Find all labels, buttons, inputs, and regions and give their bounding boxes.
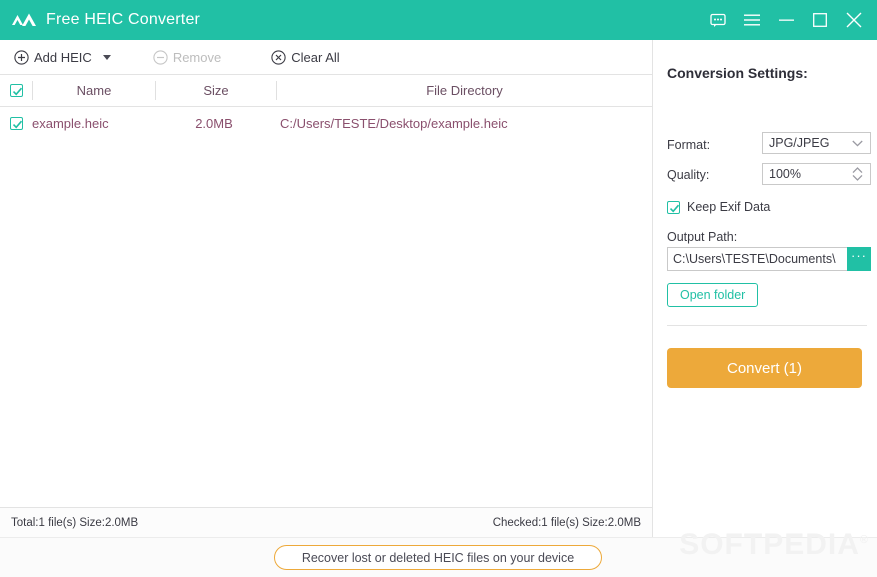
recover-files-button[interactable]: Recover lost or deleted HEIC files on yo… (274, 545, 602, 570)
row-file-name: example.heic (32, 115, 109, 131)
remove-button[interactable]: Remove (149, 40, 225, 74)
softpedia-watermark: SOFTPEDIA® (679, 528, 869, 562)
chevron-down-icon (852, 140, 870, 147)
check-icon (12, 87, 22, 96)
browse-folder-button[interactable]: ··· (847, 247, 871, 271)
output-path-row: C:\Users\TESTE\Documents\ ··· (667, 247, 871, 271)
file-list-header: Name Size File Directory (0, 75, 652, 107)
close-icon[interactable] (837, 0, 871, 40)
checkbox-box (9, 84, 23, 97)
stepper-arrows-icon[interactable] (852, 167, 870, 181)
toolbar: Add HEIC Remove Clear All (0, 40, 652, 75)
select-all-checkbox[interactable] (0, 84, 32, 97)
add-heic-label: Add HEIC (34, 49, 92, 65)
remove-label: Remove (172, 49, 222, 65)
checkbox-box (667, 200, 680, 214)
row-file-directory: C:/Users/TESTE/Desktop/example.heic (280, 115, 508, 131)
app-title: Free HEIC Converter (46, 11, 201, 28)
mountain-peaks-icon (11, 10, 37, 30)
row-file-size: 2.0MB (195, 115, 233, 131)
settings-separator (667, 325, 867, 326)
status-total: Total:1 file(s) Size:2.0MB (11, 516, 139, 529)
minus-circle-icon (153, 49, 168, 65)
add-heic-button[interactable]: Add HEIC (10, 40, 115, 74)
output-path-label: Output Path: (667, 230, 738, 244)
feedback-icon[interactable] (701, 0, 735, 40)
quality-stepper[interactable]: 100% (762, 163, 871, 185)
column-header-size[interactable]: Size (156, 83, 276, 98)
application-window: Free HEIC Converter Add HEIC Remove Clea… (0, 0, 877, 577)
minimize-icon[interactable] (769, 0, 803, 40)
column-header-directory[interactable]: File Directory (277, 83, 652, 98)
plus-circle-icon (14, 49, 29, 65)
output-path-value: C:\Users\TESTE\Documents\ (673, 252, 836, 266)
clear-all-button[interactable]: Clear All (267, 40, 343, 74)
open-folder-button[interactable]: Open folder (667, 283, 759, 307)
keep-exif-label: Keep Exif Data (687, 200, 771, 214)
watermark-text: SOFTPEDIA (679, 528, 860, 561)
status-checked: Checked:1 file(s) Size:2.0MB (492, 516, 641, 529)
status-bar: Total:1 file(s) Size:2.0MB Checked:1 fil… (0, 507, 652, 537)
x-circle-icon (271, 49, 286, 65)
format-select[interactable]: JPG/JPEG (762, 132, 871, 154)
format-label: Format: (667, 138, 711, 152)
conversion-settings-panel: Conversion Settings: Format: JPG/JPEG Qu… (653, 40, 877, 537)
quality-value: 100% (769, 167, 801, 181)
check-icon (669, 204, 680, 212)
quality-label: Quality: (667, 168, 710, 182)
clear-all-label: Clear All (291, 49, 340, 65)
convert-button[interactable]: Convert (1) (667, 348, 862, 388)
registered-mark-icon: ® (859, 534, 869, 546)
check-icon (12, 120, 22, 128)
file-list-panel: Name Size File Directory example.heic 2.… (0, 75, 652, 507)
menu-icon[interactable] (735, 0, 769, 40)
title-bar: Free HEIC Converter (0, 0, 877, 40)
caret-down-icon[interactable] (102, 54, 111, 60)
checkbox-box (9, 116, 23, 130)
settings-title: Conversion Settings: (667, 65, 808, 81)
format-value: JPG/JPEG (769, 136, 830, 150)
row-checkbox[interactable] (0, 116, 32, 130)
column-header-name[interactable]: Name (33, 83, 155, 98)
maximize-icon[interactable] (803, 0, 837, 40)
keep-exif-checkbox[interactable]: Keep Exif Data (667, 200, 770, 214)
output-path-input[interactable]: C:\Users\TESTE\Documents\ (667, 247, 847, 271)
table-row[interactable]: example.heic 2.0MB C:/Users/TESTE/Deskto… (0, 107, 652, 139)
